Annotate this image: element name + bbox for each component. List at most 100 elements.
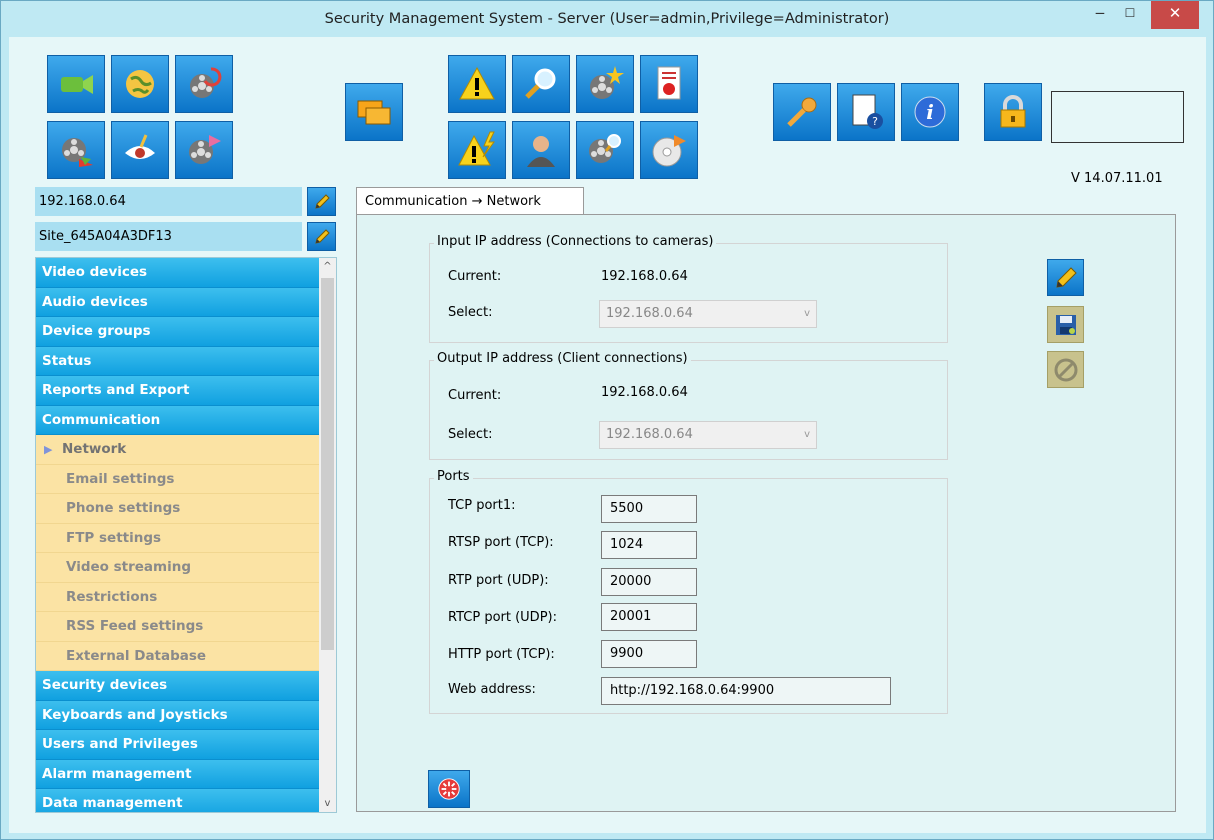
output-ip-group: Output IP address (Client connections) C… (429, 351, 948, 460)
group-title: Output IP address (Client connections) (434, 351, 691, 366)
input-ip-select-value: 192.168.0.64 (606, 306, 693, 321)
output-ip-select[interactable]: 192.168.0.64 v (599, 421, 817, 449)
nav-item-network[interactable]: ▶ Network (36, 435, 319, 465)
output-ip-current-value: 192.168.0.64 (601, 385, 688, 400)
warning-lightning-icon[interactable] (448, 121, 506, 179)
pencil-icon (1055, 266, 1077, 288)
eye-icon[interactable] (111, 121, 169, 179)
select-label: Select: (448, 305, 493, 320)
close-button[interactable]: ✕ (1151, 1, 1199, 29)
pencil-icon (314, 228, 330, 244)
maximize-button[interactable]: ☐ (1116, 1, 1144, 29)
nav-item-phone-settings[interactable]: Phone settings (36, 494, 319, 524)
server-ip-field: 192.168.0.64 (35, 187, 302, 216)
input-ip-select[interactable]: 192.168.0.64 v (599, 300, 817, 328)
cancel-icon (1054, 358, 1077, 381)
pencil-icon (314, 193, 330, 209)
rtp-port-label: RTP port (UDP): (448, 573, 549, 588)
warning-icon[interactable] (448, 55, 506, 113)
nav-scrollbar[interactable]: ^ v (319, 258, 336, 812)
nav-item-ftp-settings[interactable]: FTP settings (36, 523, 319, 553)
camera-icon[interactable] (47, 55, 105, 113)
password-field[interactable] (1051, 91, 1184, 143)
search-icon[interactable] (512, 55, 570, 113)
input-ip-current-value: 192.168.0.64 (601, 269, 688, 284)
svg-text:?: ? (872, 115, 878, 128)
input-ip-group: Input IP address (Connections to cameras… (429, 234, 948, 343)
output-ip-select-value: 192.168.0.64 (606, 427, 693, 442)
nav-item-label: Network (62, 441, 127, 457)
navigation-tree: Video devices Audio devices Device group… (35, 257, 337, 813)
web-address-field[interactable]: http://192.168.0.64:9900 (601, 677, 891, 705)
nav-item-alarm-management[interactable]: Alarm management (36, 759, 319, 789)
tcp-port1-label: TCP port1: (448, 498, 516, 513)
nav-item-device-groups[interactable]: Device groups (36, 317, 319, 347)
nav-item-keyboards-and-joysticks[interactable]: Keyboards and Joysticks (36, 700, 319, 730)
key-icon[interactable] (773, 83, 831, 141)
network-settings-panel: Input IP address (Connections to cameras… (356, 214, 1176, 812)
app-window: Security Management System - Server (Use… (0, 0, 1214, 840)
reset-icon (438, 778, 460, 800)
nav-item-status[interactable]: Status (36, 346, 319, 376)
rtcp-port-label: RTCP port (UDP): (448, 610, 557, 625)
web-address-label: Web address: (448, 682, 536, 697)
film-export-icon[interactable] (175, 121, 233, 179)
ports-group: Ports TCP port1: 5500 RTSP port (TCP): 1… (429, 469, 948, 714)
scroll-down-button[interactable]: v (319, 795, 336, 812)
nav-item-video-devices[interactable]: Video devices (36, 258, 319, 288)
rtcp-port-input[interactable]: 20001 (601, 603, 697, 631)
nav-item-security-devices[interactable]: Security devices (36, 671, 319, 701)
tab-communication-network[interactable]: Communication → Network (356, 187, 584, 216)
site-name-field: Site_645A04A3DF13 (35, 222, 302, 251)
title-bar: Security Management System - Server (Use… (1, 1, 1213, 37)
current-label: Current: (448, 269, 502, 284)
edit-server-ip-button[interactable] (307, 187, 336, 216)
film-star-icon[interactable] (576, 55, 634, 113)
film-icon[interactable] (47, 121, 105, 179)
scroll-thumb[interactable] (321, 278, 334, 650)
cancel-button[interactable] (1047, 351, 1084, 388)
film-refresh-icon[interactable] (175, 55, 233, 113)
http-port-label: HTTP port (TCP): (448, 647, 555, 662)
nav-item-data-management[interactable]: Data management (36, 789, 319, 812)
chevron-down-icon: v (804, 429, 810, 440)
select-label: Select: (448, 427, 493, 442)
lock-icon[interactable] (984, 83, 1042, 141)
windows-icon[interactable] (345, 83, 403, 141)
client-area: ? i V 14.07.11.01 192.168.0.64 Site_645A… (9, 37, 1206, 833)
nav-item-restrictions[interactable]: Restrictions (36, 582, 319, 612)
nav-item-audio-devices[interactable]: Audio devices (36, 287, 319, 317)
restart-button[interactable] (428, 770, 470, 808)
chevron-down-icon: v (804, 308, 810, 319)
edit-site-name-button[interactable] (307, 222, 336, 251)
rtsp-port-label: RTSP port (TCP): (448, 535, 554, 550)
minimize-button[interactable]: ‒ (1087, 1, 1113, 29)
help-document-icon[interactable]: ? (837, 83, 895, 141)
version-label: V 14.07.11.01 (1071, 171, 1163, 186)
nav-item-communication[interactable]: Communication (36, 405, 319, 435)
window-title: Security Management System - Server (Use… (324, 11, 890, 27)
save-button[interactable] (1047, 306, 1084, 343)
tcp-port1-input[interactable]: 5500 (601, 495, 697, 523)
disc-export-icon[interactable] (640, 121, 698, 179)
nav-item-reports-and-export[interactable]: Reports and Export (36, 376, 319, 406)
scroll-up-button[interactable]: ^ (319, 258, 336, 275)
nav-item-external-database[interactable]: External Database (36, 641, 319, 671)
rtp-port-input[interactable]: 20000 (601, 568, 697, 596)
svg-text:i: i (926, 100, 934, 124)
nav-list: Video devices Audio devices Device group… (36, 258, 319, 812)
globe-icon[interactable] (111, 55, 169, 113)
nav-item-users-and-privileges[interactable]: Users and Privileges (36, 730, 319, 760)
edit-button[interactable] (1047, 259, 1084, 296)
nav-item-email-settings[interactable]: Email settings (36, 464, 319, 494)
nav-item-rss-feed-settings[interactable]: RSS Feed settings (36, 612, 319, 642)
http-port-input[interactable]: 9900 (601, 640, 697, 668)
report-icon[interactable] (640, 55, 698, 113)
info-icon[interactable]: i (901, 83, 959, 141)
rtsp-port-input[interactable]: 1024 (601, 531, 697, 559)
nav-item-video-streaming[interactable]: Video streaming (36, 553, 319, 583)
current-label: Current: (448, 388, 502, 403)
film-search-icon[interactable] (576, 121, 634, 179)
user-icon[interactable] (512, 121, 570, 179)
group-title: Ports (434, 469, 473, 484)
